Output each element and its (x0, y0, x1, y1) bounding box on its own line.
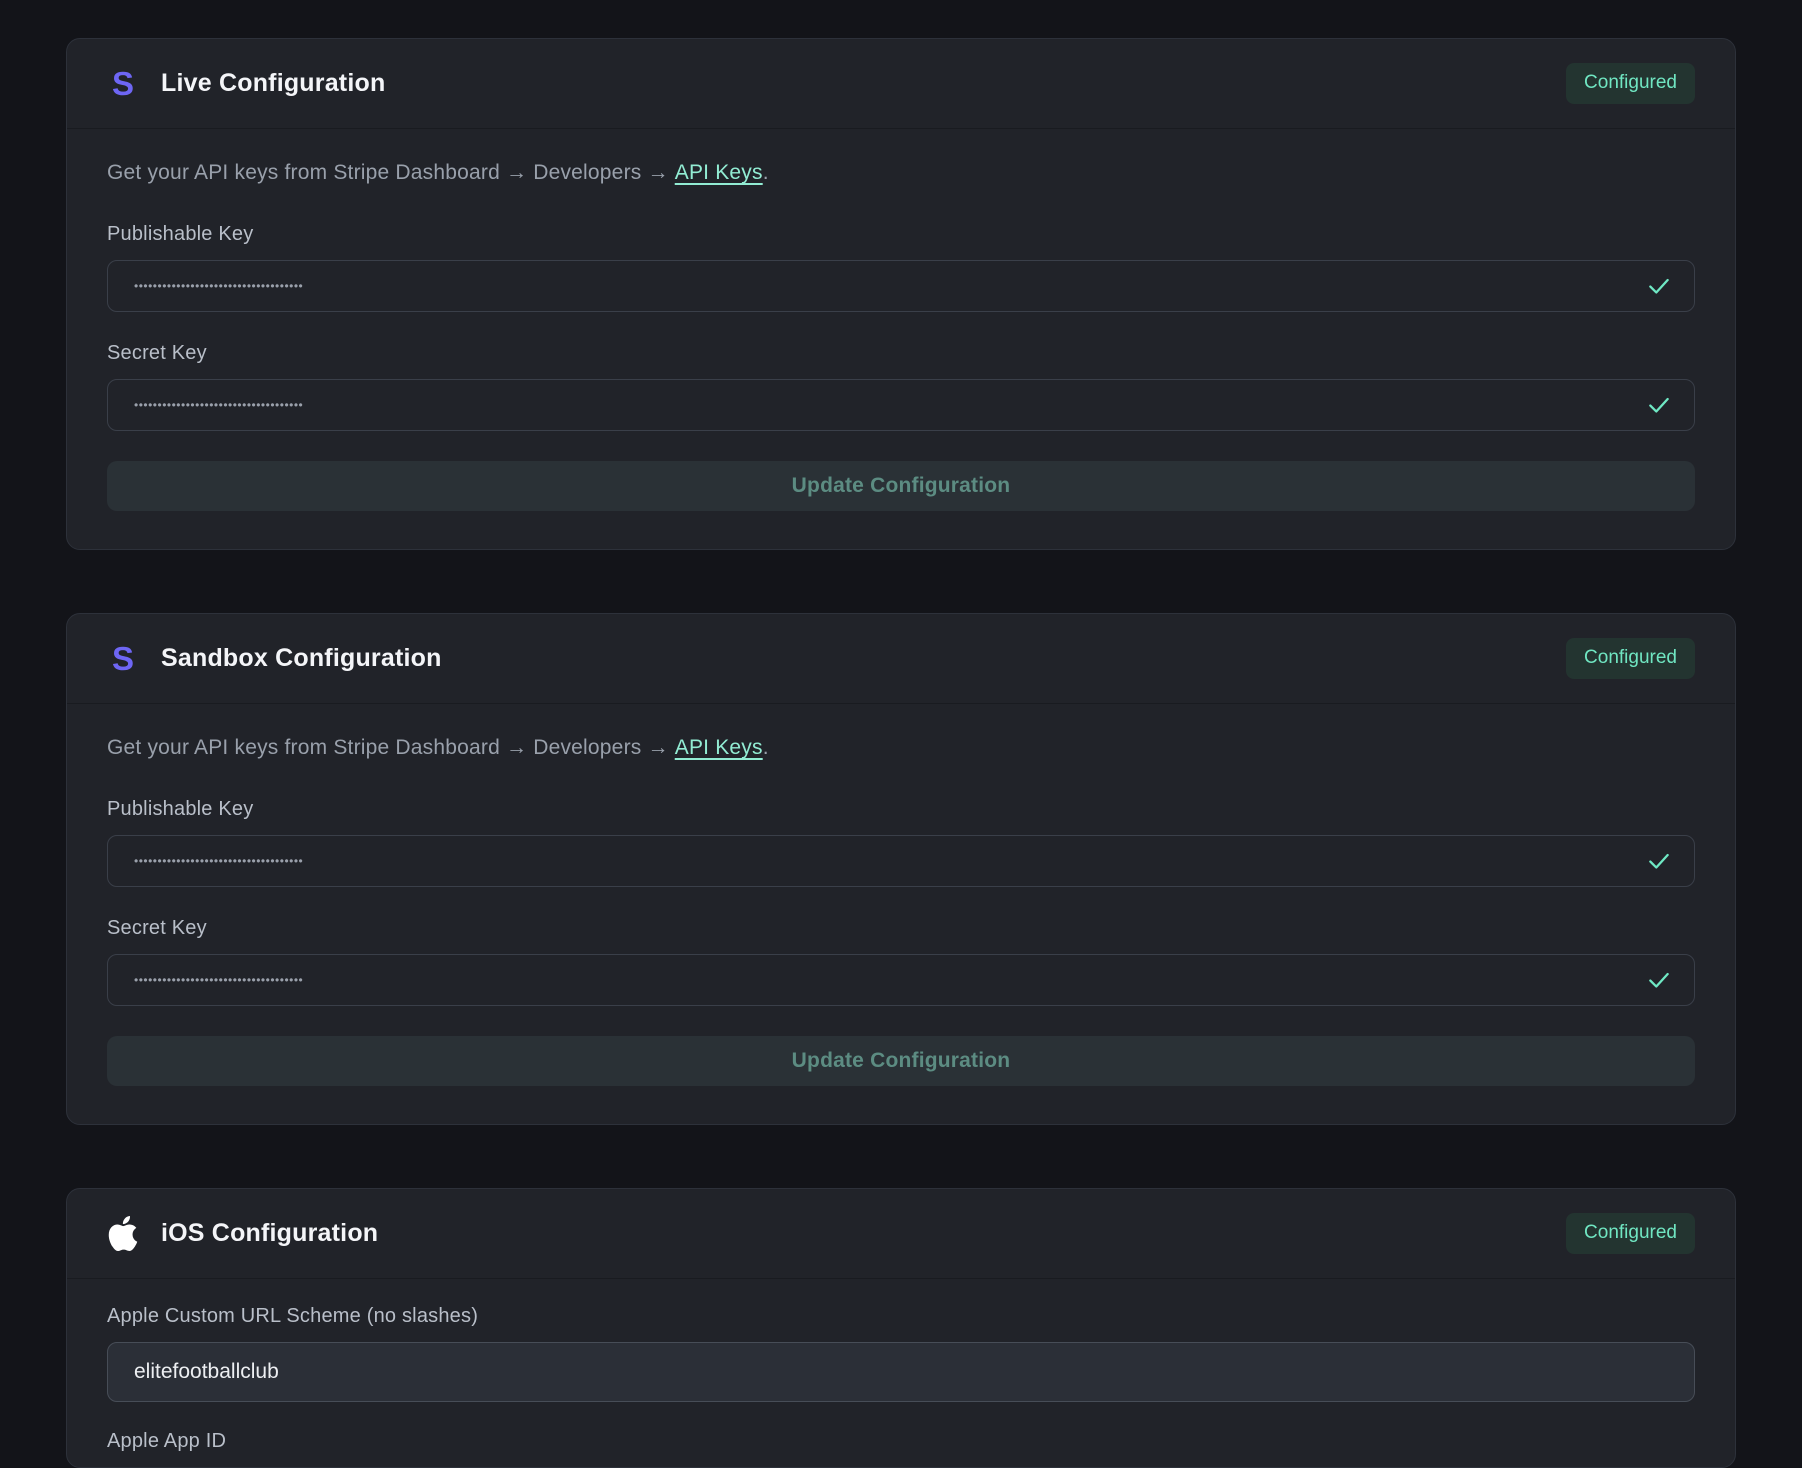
secret-key-label: Secret Key (107, 917, 1695, 940)
apple-url-scheme-input[interactable]: elitefootballclub (107, 1342, 1695, 1402)
update-configuration-button[interactable]: Update Configuration (107, 1036, 1695, 1086)
instruction-text: Get your API keys from Stripe Dashboard … (107, 736, 675, 759)
stripe-icon: S (107, 642, 139, 675)
api-keys-instruction: Get your API keys from Stripe Dashboard … (107, 161, 1695, 185)
card-title: Live Configuration (161, 69, 385, 98)
payment-settings-page: S Live Configuration Configured Get your… (0, 0, 1802, 1468)
card-body: Apple Custom URL Scheme (no slashes) eli… (67, 1279, 1735, 1453)
publishable-key-input[interactable]: •••••••••••••••••••••••••••••••••••• (107, 835, 1695, 887)
instruction-period: . (763, 736, 769, 759)
update-configuration-button[interactable]: Update Configuration (107, 461, 1695, 511)
card-title: Sandbox Configuration (161, 644, 442, 673)
publishable-key-label: Publishable Key (107, 798, 1695, 821)
apple-url-scheme-value: elitefootballclub (134, 1360, 279, 1384)
configured-badge: Configured (1566, 638, 1695, 679)
live-configuration-card: S Live Configuration Configured Get your… (66, 38, 1736, 550)
check-icon (1646, 392, 1672, 418)
check-icon (1646, 967, 1672, 993)
card-body: Get your API keys from Stripe Dashboard … (67, 704, 1735, 1124)
masked-value: •••••••••••••••••••••••••••••••••••• (134, 279, 303, 293)
card-body: Get your API keys from Stripe Dashboard … (67, 129, 1735, 549)
apple-icon (107, 1216, 139, 1251)
instruction-text: Get your API keys from Stripe Dashboard … (107, 161, 675, 184)
api-keys-link[interactable]: API Keys (675, 161, 763, 184)
secret-key-input[interactable]: •••••••••••••••••••••••••••••••••••• (107, 954, 1695, 1006)
stripe-icon: S (107, 67, 139, 100)
publishable-key-input[interactable]: •••••••••••••••••••••••••••••••••••• (107, 260, 1695, 312)
masked-value: •••••••••••••••••••••••••••••••••••• (134, 398, 303, 412)
stripe-s-glyph: S (112, 67, 134, 100)
card-header: S Sandbox Configuration Configured (67, 614, 1735, 704)
configured-badge: Configured (1566, 1213, 1695, 1254)
stripe-s-glyph: S (112, 642, 134, 675)
card-title: iOS Configuration (161, 1219, 378, 1248)
apple-app-id-label: Apple App ID (107, 1430, 1695, 1453)
check-icon (1646, 273, 1672, 299)
apple-url-scheme-label: Apple Custom URL Scheme (no slashes) (107, 1305, 1695, 1328)
check-icon (1646, 848, 1672, 874)
secret-key-label: Secret Key (107, 342, 1695, 365)
card-header: S Live Configuration Configured (67, 39, 1735, 129)
masked-value: •••••••••••••••••••••••••••••••••••• (134, 973, 303, 987)
sandbox-configuration-card: S Sandbox Configuration Configured Get y… (66, 613, 1736, 1125)
instruction-period: . (763, 161, 769, 184)
configured-badge: Configured (1566, 63, 1695, 104)
api-keys-instruction: Get your API keys from Stripe Dashboard … (107, 736, 1695, 760)
publishable-key-label: Publishable Key (107, 223, 1695, 246)
api-keys-link[interactable]: API Keys (675, 736, 763, 759)
secret-key-input[interactable]: •••••••••••••••••••••••••••••••••••• (107, 379, 1695, 431)
card-header: iOS Configuration Configured (67, 1189, 1735, 1279)
ios-configuration-card: iOS Configuration Configured Apple Custo… (66, 1188, 1736, 1468)
masked-value: •••••••••••••••••••••••••••••••••••• (134, 854, 303, 868)
